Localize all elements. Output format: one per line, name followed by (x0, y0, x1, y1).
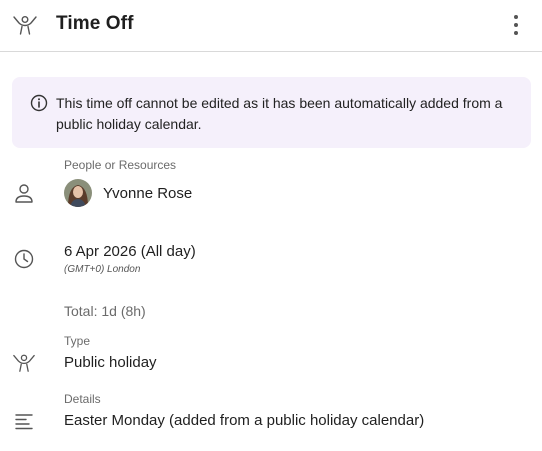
person-name: Yvonne Rose (103, 184, 193, 202)
people-label: People or Resources (64, 158, 177, 172)
type-label: Type (64, 334, 91, 348)
timezone-value: (GMT+0) London (64, 264, 141, 275)
clock-icon (14, 249, 34, 269)
avatar (64, 179, 92, 207)
holiday-person-icon (13, 354, 35, 372)
notice-text: This time off cannot be edited as it has… (56, 95, 503, 132)
more-vertical-icon[interactable] (504, 11, 528, 39)
details-label: Details (64, 392, 101, 406)
text-lines-icon (15, 414, 33, 430)
type-value: Public holiday (64, 354, 157, 371)
page-title: Time Off (56, 13, 134, 34)
date-value: 6 Apr 2026 (All day) (64, 243, 196, 260)
dialog-header: Time Off (0, 0, 542, 52)
holiday-person-icon (13, 15, 37, 35)
person-icon (15, 184, 33, 203)
info-icon (30, 94, 48, 112)
details-value: Easter Monday (added from a public holid… (64, 412, 425, 429)
person-chip[interactable]: Yvonne Rose (64, 178, 192, 208)
total-duration: Total: 1d (8h) (64, 303, 146, 319)
read-only-notice: This time off cannot be edited as it has… (12, 77, 531, 148)
